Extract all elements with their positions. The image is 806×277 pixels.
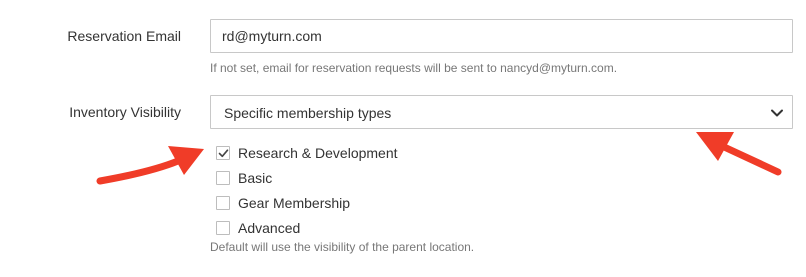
advanced-label: Advanced — [238, 219, 301, 236]
membership-option-gear-membership[interactable]: Gear Membership — [216, 190, 398, 215]
reservation-email-help: If not set, email for reservation reques… — [210, 61, 618, 75]
check-icon — [218, 148, 229, 157]
research-development-checkbox[interactable] — [216, 145, 230, 160]
membership-option-advanced[interactable]: Advanced — [216, 215, 398, 240]
gear-membership-label: Gear Membership — [238, 194, 351, 211]
inventory-visibility-select[interactable]: Specific membership types — [210, 95, 793, 129]
gear-membership-checkbox[interactable] — [216, 195, 230, 210]
basic-checkbox[interactable] — [216, 170, 230, 185]
membership-type-list: Research & Development Basic Gear Member… — [216, 140, 398, 240]
chevron-down-icon — [771, 109, 783, 117]
basic-label: Basic — [238, 169, 273, 186]
membership-option-research-development[interactable]: Research & Development — [216, 140, 398, 165]
reservation-email-input[interactable] — [210, 19, 793, 53]
advanced-checkbox[interactable] — [216, 220, 230, 235]
research-development-label: Research & Development — [238, 144, 398, 161]
membership-option-basic[interactable]: Basic — [216, 165, 398, 190]
inventory-visibility-selected-value: Specific membership types — [224, 105, 392, 121]
red-arrow-right — [696, 132, 782, 176]
inventory-visibility-help: Default will use the visibility of the p… — [210, 240, 475, 254]
settings-form: Reservation Email If not set, email for … — [0, 0, 806, 277]
red-arrow-left — [96, 146, 204, 185]
reservation-email-label: Reservation Email — [67, 28, 181, 44]
inventory-visibility-label: Inventory Visibility — [69, 104, 181, 120]
